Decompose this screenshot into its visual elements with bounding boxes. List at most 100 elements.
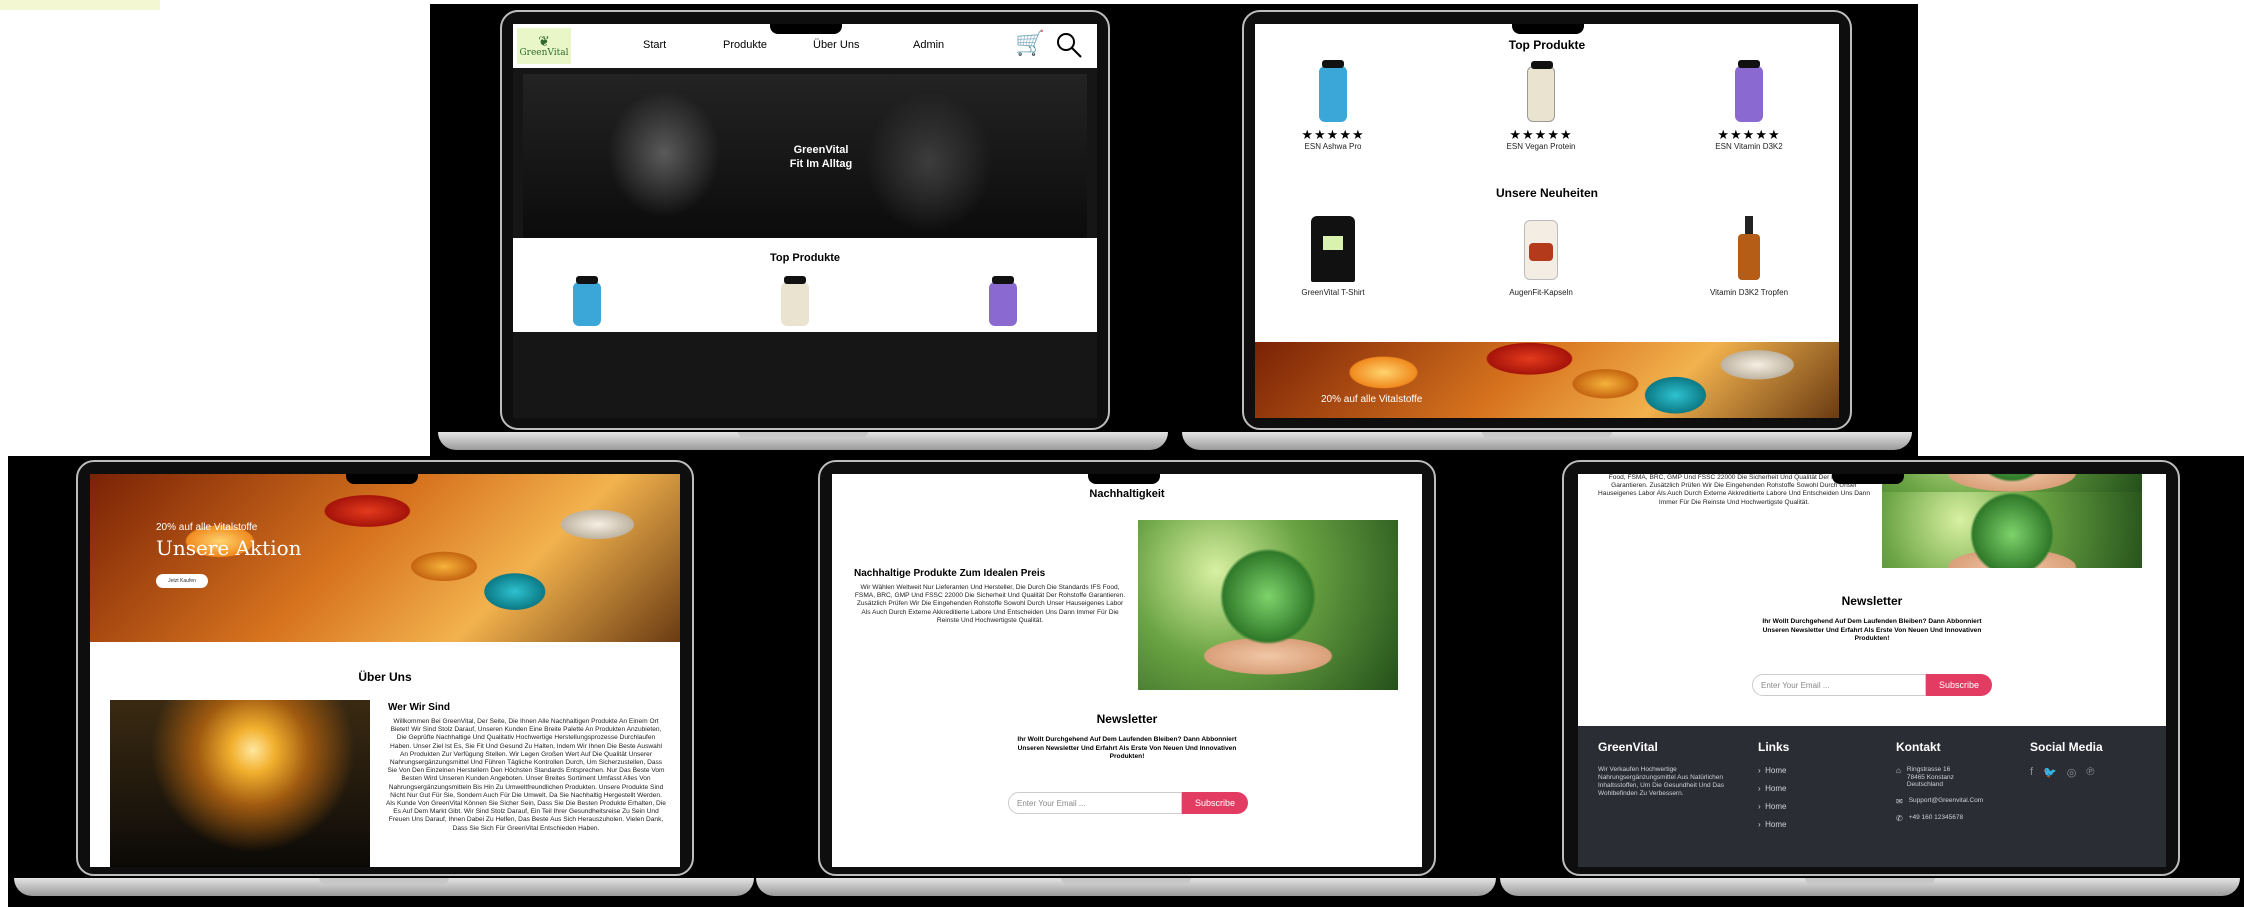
nav-start[interactable]: Start	[643, 39, 666, 51]
corner-tag	[0, 0, 160, 10]
twitter-icon[interactable]: 🐦	[2043, 766, 2057, 779]
footer-contact-col: Kontakt ⌂ Ringstrasse 16 78465 Konstanz D…	[1896, 740, 2016, 823]
footer-link[interactable]: › Home	[1758, 802, 1838, 811]
laptop-base	[1182, 432, 1912, 450]
top-products-title: Top Produkte	[1508, 38, 1586, 52]
new-products-title: Unsere Neuheiten	[1495, 186, 1599, 200]
screen-sustainability: Nachhaltigkeit Nachhaltige Produkte Zum …	[832, 474, 1422, 867]
logo-text: GreenVital	[519, 48, 569, 58]
laptop-base	[1500, 878, 2240, 896]
top-products-preview: Top Produkte	[513, 238, 1097, 332]
laptop-footer: Food, FSMA, BRC, GMP Und FSSC 22000 Die …	[1500, 460, 2240, 907]
product-image	[1735, 60, 1763, 122]
subscribe-button[interactable]: Subscribe	[1926, 674, 1992, 696]
product-jar-ashwa[interactable]	[573, 276, 601, 326]
footer-address: Ringstrasse 16 78465 Konstanz Deutschlan…	[1906, 766, 1954, 788]
hero-title-line2: Fit Im Alltag	[789, 158, 853, 170]
screen-products: Top Produkte ★★★★★ ESN Ashwa Pro ★★★★★ E…	[1255, 24, 1839, 418]
newsletter-email-input[interactable]: Enter Your Email ...	[1752, 674, 1926, 696]
product-jar-d3k2[interactable]	[989, 276, 1017, 326]
phone-icon: ✆	[1896, 813, 1903, 823]
rating-stars: ★★★★★	[1301, 127, 1365, 142]
product-name: ESN Vitamin D3K2	[1715, 142, 1783, 151]
promo-button[interactable]: Jetzt Kaufen	[156, 574, 208, 588]
product-name: Vitamin D3K2 Tropfen	[1709, 288, 1789, 297]
hero-title-line1: GreenVital	[793, 144, 849, 156]
promo-banner: 20% auf alle Vitalstoffe Unsere Aktion J…	[90, 474, 680, 642]
newsletter-email-input[interactable]: Enter Your Email ...	[1008, 792, 1182, 814]
product-name: ESN Vegan Protein	[1506, 142, 1576, 151]
about-image	[110, 700, 370, 867]
tshirt-image	[1311, 216, 1355, 282]
product-image	[1527, 61, 1555, 122]
sustain-subtitle: Nachhaltige Produkte Zum Idealen Preis	[854, 568, 1046, 579]
laptop-products: Top Produkte ★★★★★ ESN Ashwa Pro ★★★★★ E…	[1182, 8, 1912, 460]
promo-title: Unsere Aktion	[156, 536, 302, 560]
logo-leaf-icon: ❦	[538, 33, 550, 49]
capsule-jar-image	[1524, 220, 1558, 280]
footer-brand: GreenVital	[1598, 740, 1658, 754]
screen-home: ❦ GreenVital Start Produkte Über Uns Adm…	[513, 24, 1097, 418]
search-icon[interactable]	[1055, 31, 1083, 59]
newsletter-text: Ihr Wollt Durchgehend Auf Dem Laufenden …	[1762, 618, 1982, 642]
footer-contact-title: Kontakt	[1896, 740, 1941, 754]
promo-small-text: 20% auf alle Vitalstoffe	[1321, 394, 1423, 405]
instagram-icon[interactable]: ◎	[2067, 766, 2077, 779]
laptop-sustainability: Nachhaltigkeit Nachhaltige Produkte Zum …	[756, 460, 1496, 907]
product-name: GreenVital T-Shirt	[1301, 288, 1365, 297]
footer-link[interactable]: › Home	[1758, 820, 1838, 829]
nav-produkte[interactable]: Produkte	[723, 39, 767, 51]
sustain-text-tail: Food, FSMA, BRC, GMP Und FSSC 22000 Die …	[1598, 474, 1870, 506]
laptop-about: 20% auf alle Vitalstoffe Unsere Aktion J…	[14, 460, 754, 907]
laptop-base	[756, 878, 1496, 896]
top-products-title: Top Produkte	[769, 252, 841, 264]
about-title: Über Uns	[358, 670, 412, 684]
product-jar-vegan[interactable]	[781, 276, 809, 326]
rating-stars: ★★★★★	[1717, 127, 1781, 142]
footer-links-col: Links › Home › Home › Home › Home	[1758, 740, 1838, 829]
logo[interactable]: ❦ GreenVital	[517, 28, 571, 64]
footer-email[interactable]: Support@Greenvital.Com	[1909, 797, 1984, 806]
product-card-vegan[interactable]: ★★★★★ ESN Vegan Protein	[1481, 61, 1601, 151]
new-product-augenfit[interactable]: AugenFit-Kapseln	[1481, 216, 1601, 297]
mail-icon: ✉	[1896, 796, 1903, 806]
sustain-image-tail	[1882, 474, 2142, 568]
screen-about: 20% auf alle Vitalstoffe Unsere Aktion J…	[90, 474, 680, 867]
new-product-drops[interactable]: Vitamin D3K2 Tropfen	[1689, 216, 1809, 297]
newsletter-title: Newsletter	[1096, 712, 1158, 726]
laptop-home: ❦ GreenVital Start Produkte Über Uns Adm…	[438, 8, 1168, 460]
footer-link[interactable]: › Home	[1758, 784, 1838, 793]
new-product-shirt[interactable]: GreenVital T-Shirt	[1273, 216, 1393, 297]
site-footer: GreenVital Wir Verkaufen Hochwertige Nah…	[1578, 726, 2166, 867]
footer-social-col: Social Media f 🐦 ◎ ℗	[2030, 740, 2150, 779]
nav-admin[interactable]: Admin	[913, 39, 944, 51]
nav-ueber-uns[interactable]: Über Uns	[813, 39, 859, 51]
product-card-ashwa[interactable]: ★★★★★ ESN Ashwa Pro	[1273, 60, 1393, 151]
dropper-bottle-image	[1738, 216, 1760, 280]
about-text: Willkommen Bei GreenVital, Der Seite, Di…	[386, 718, 666, 832]
about-subtitle: Wer Wir Sind	[388, 702, 450, 713]
footer-brand-text: Wir Verkaufen Hochwertige Nahrungsergänz…	[1598, 766, 1724, 797]
product-card-d3k2[interactable]: ★★★★★ ESN Vitamin D3K2	[1689, 60, 1809, 151]
footer-phone[interactable]: +49 160 12345678	[1909, 814, 1963, 823]
sustain-title: Nachhaltigkeit	[1089, 488, 1165, 500]
product-image	[1319, 60, 1347, 122]
hero-image: GreenVital Fit Im Alltag	[523, 74, 1087, 250]
cart-icon[interactable]: 🛒	[1015, 32, 1045, 56]
promo-small-text: 20% auf alle Vitalstoffe	[156, 522, 258, 533]
subscribe-button[interactable]: Subscribe	[1182, 792, 1248, 814]
location-icon: ⌂	[1896, 766, 1901, 775]
screen-footer: Food, FSMA, BRC, GMP Und FSSC 22000 Die …	[1578, 474, 2166, 867]
footer-social-title: Social Media	[2030, 740, 2103, 754]
facebook-icon[interactable]: f	[2030, 766, 2033, 779]
product-name: ESN Ashwa Pro	[1304, 142, 1362, 151]
sustain-text: Wir Wählen Weltweit Nur Lieferanten Und …	[854, 584, 1126, 624]
promo-banner-preview: 20% auf alle Vitalstoffe	[1255, 342, 1839, 418]
newsletter-title: Newsletter	[1841, 594, 1903, 608]
pinterest-icon[interactable]: ℗	[2086, 766, 2094, 779]
newsletter-text: Ihr Wollt Durchgehend Auf Dem Laufenden …	[1017, 736, 1237, 760]
laptop-base	[438, 432, 1168, 450]
product-name: AugenFit-Kapseln	[1509, 288, 1573, 297]
footer-link[interactable]: › Home	[1758, 766, 1838, 775]
footer-links-title: Links	[1758, 740, 1790, 754]
